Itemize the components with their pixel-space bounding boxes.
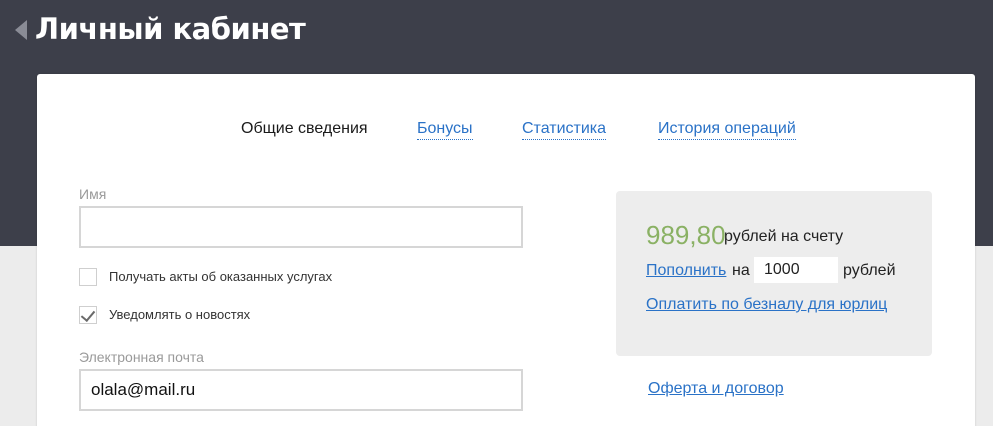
tabs-nav: Общие сведения Бонусы Статистика История… [37,119,975,143]
topup-link[interactable]: Пополнить [646,261,726,281]
tab-operations-history[interactable]: История операций [658,119,796,140]
checkmark-icon [80,306,96,323]
name-field-label: Имя [79,186,107,202]
profile-card: Общие сведения Бонусы Статистика История… [37,74,975,426]
offer-contract-link[interactable]: Оферта и договор [648,379,784,399]
news-checkbox[interactable] [79,306,97,324]
balance-amount: 989,80 [646,220,726,250]
topup-preposition: на [732,262,750,279]
email-field[interactable] [79,369,523,411]
topup-amount-input[interactable] [754,257,838,283]
balance-panel: 989,80 рублей на счету Пополнить на рубл… [616,191,932,356]
cashless-payment-link[interactable]: Оплатить по безналу для юрлиц [646,295,887,315]
name-field[interactable] [79,206,523,248]
tab-bonuses[interactable]: Бонусы [417,119,473,140]
page-title: Личный кабинет [35,12,306,46]
balance-caption: рублей на счету [724,228,844,245]
topup-currency: рублей [843,262,896,279]
email-field-label: Электронная почта [79,349,204,365]
acts-checkbox[interactable] [79,268,97,286]
acts-checkbox-label[interactable]: Получать акты об оказанных услугах [109,268,332,286]
tab-general-info[interactable]: Общие сведения [241,119,368,139]
back-arrow-icon[interactable] [15,20,27,40]
news-checkbox-label[interactable]: Уведомлять о новостях [109,306,250,324]
tab-statistics[interactable]: Статистика [522,119,607,140]
